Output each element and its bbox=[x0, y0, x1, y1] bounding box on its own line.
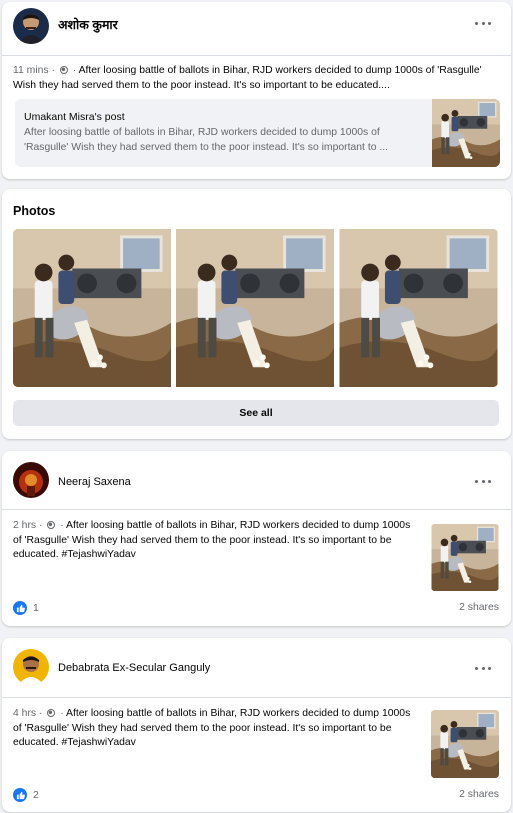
reactions-summary[interactable]: 2 bbox=[13, 788, 39, 802]
globe-icon bbox=[47, 521, 56, 529]
post-text: After loosing battle of ballots in Bihar… bbox=[13, 520, 411, 560]
separator-dot: · bbox=[39, 520, 43, 531]
post-thumbnail[interactable] bbox=[431, 524, 499, 591]
more-options-icon[interactable] bbox=[475, 16, 491, 30]
post-header: Neeraj Saxena bbox=[2, 451, 511, 499]
author-avatar[interactable] bbox=[13, 462, 49, 498]
shared-post-title[interactable]: Umakant Misra's post bbox=[24, 111, 125, 123]
like-count: 1 bbox=[33, 602, 39, 614]
shares-count[interactable]: 2 shares bbox=[459, 789, 499, 800]
more-options-icon[interactable] bbox=[475, 474, 491, 488]
divider bbox=[2, 509, 511, 510]
post-timestamp[interactable]: 4 hrs bbox=[13, 708, 36, 719]
divider bbox=[2, 55, 511, 56]
like-count: 2 bbox=[33, 789, 39, 801]
author-name[interactable]: Debabrata Ex-Secular Ganguly bbox=[58, 662, 210, 674]
author-avatar[interactable] bbox=[13, 8, 49, 44]
globe-icon bbox=[47, 709, 56, 717]
post-timestamp[interactable]: 2 hrs bbox=[13, 520, 36, 531]
post-card-1: अशोक कुमार 11 mins · · After loosing bat… bbox=[2, 2, 511, 179]
see-all-button[interactable]: See all bbox=[13, 400, 499, 426]
like-icon bbox=[13, 601, 27, 615]
post-text: After loosing battle of ballots in Bihar… bbox=[13, 65, 482, 91]
shared-post-text: After loosing battle of ballots in Bihar… bbox=[24, 127, 389, 153]
shared-post-preview[interactable]: Umakant Misra's post After loosing battl… bbox=[15, 99, 500, 167]
post-body: 4 hrs · · After loosing battle of ballot… bbox=[13, 707, 413, 751]
post-card-3: Debabrata Ex-Secular Ganguly 4 hrs · · A… bbox=[2, 638, 511, 812]
separator-dot: · bbox=[39, 708, 43, 719]
globe-icon bbox=[59, 66, 68, 74]
photo-2[interactable] bbox=[176, 229, 334, 387]
post-body: 11 mins · · After loosing battle of ball… bbox=[13, 64, 497, 94]
post-body: 2 hrs · · After loosing battle of ballot… bbox=[13, 519, 413, 563]
like-icon bbox=[13, 788, 27, 802]
shares-count[interactable]: 2 shares bbox=[459, 602, 499, 613]
post-timestamp[interactable]: 11 mins bbox=[13, 65, 49, 76]
post-header: अशोक कुमार bbox=[2, 2, 511, 50]
post-thumbnail[interactable] bbox=[431, 710, 499, 778]
more-options-icon[interactable] bbox=[475, 661, 491, 675]
separator-dot: · bbox=[51, 65, 55, 76]
separator-dot: · bbox=[60, 520, 64, 531]
post-text: After loosing battle of ballots in Bihar… bbox=[13, 708, 411, 748]
author-name[interactable]: Neeraj Saxena bbox=[58, 476, 131, 488]
reactions-summary[interactable]: 1 bbox=[13, 601, 39, 615]
separator-dot: · bbox=[72, 65, 77, 76]
photos-heading: Photos bbox=[13, 204, 56, 218]
separator-dot: · bbox=[60, 708, 64, 719]
divider bbox=[2, 697, 511, 698]
photo-1[interactable] bbox=[13, 229, 171, 387]
photo-3[interactable] bbox=[339, 229, 498, 387]
author-avatar[interactable] bbox=[13, 649, 49, 685]
shared-post-thumbnail[interactable] bbox=[432, 99, 500, 167]
post-card-2: Neeraj Saxena 2 hrs · · After loosing ba… bbox=[2, 451, 511, 626]
post-header: Debabrata Ex-Secular Ganguly bbox=[2, 638, 511, 686]
author-name[interactable]: अशोक कुमार bbox=[58, 16, 118, 33]
photos-card: Photos See all bbox=[2, 189, 511, 439]
